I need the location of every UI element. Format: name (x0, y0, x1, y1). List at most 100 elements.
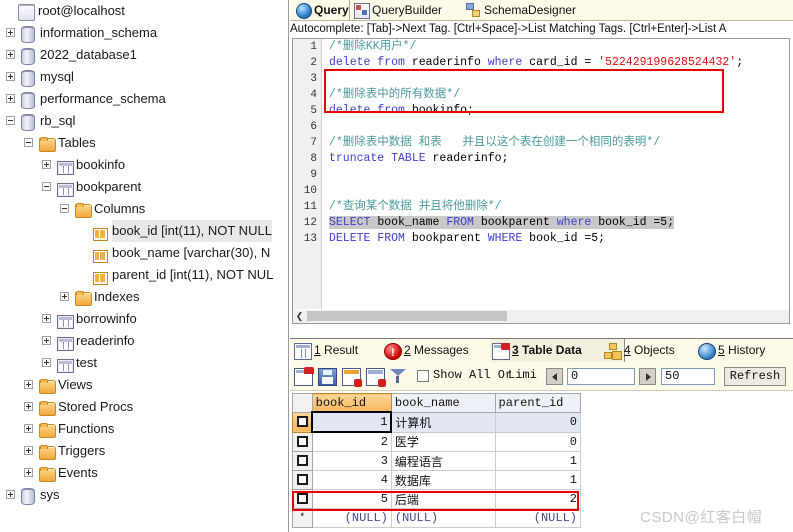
code-line[interactable]: /*删除KK用户*/ (323, 39, 789, 55)
cell-book_id[interactable]: (NULL) (311, 508, 392, 528)
code-line[interactable]: DELETE FROM bookparent WHERE book_id =5; (323, 231, 789, 247)
offset-input[interactable]: 0 (567, 368, 635, 385)
expand-icon[interactable] (42, 336, 51, 345)
table-row[interactable]: 4 数据库 1 (292, 470, 582, 490)
tree-item-stored[interactable]: Stored Procs (0, 396, 288, 418)
tree-item-bookinfo[interactable]: bookinfo (0, 154, 288, 176)
cell-parent_id[interactable]: 1 (494, 470, 582, 490)
tree-item-performance_schema[interactable]: performance_schema (0, 88, 288, 110)
grid-corner-header[interactable] (292, 393, 313, 413)
editor-horizontal-scrollbar[interactable]: ❮ (292, 310, 790, 324)
cell-book_id[interactable]: 1 (311, 411, 393, 433)
table-row[interactable]: 2 医学 0 (292, 431, 582, 452)
limit-input[interactable]: 50 (661, 368, 715, 385)
row-checkbox-icon[interactable] (296, 455, 308, 467)
row-checkbox-icon[interactable] (296, 474, 308, 486)
scrollbar-thumb[interactable] (307, 311, 507, 321)
expand-icon[interactable] (42, 314, 51, 323)
tree-item-columns[interactable]: Columns (0, 198, 288, 220)
tree-item-bookparent[interactable]: bookparent (0, 176, 288, 198)
expand-icon[interactable] (6, 72, 15, 81)
tab-schemadesigner[interactable]: SchemaDesigner (462, 0, 594, 20)
collapse-icon[interactable] (6, 116, 15, 125)
tree-item-book_id[interactable]: book_id [int(11), NOT NULL (0, 220, 288, 242)
tree-item-rb_sql[interactable]: rb_sql (0, 110, 288, 132)
code-line[interactable] (323, 119, 789, 135)
expand-icon[interactable] (60, 292, 69, 301)
tree-item-information_schema[interactable]: information_schema (0, 22, 288, 44)
table-data-grid[interactable]: book_id book_name parent_id 1 计算机 0 2 医学 0 3 编程语言… (292, 393, 582, 528)
cell-book_name[interactable]: 编程语言 (390, 451, 496, 471)
cell-book_name[interactable]: 计算机 (390, 411, 496, 433)
expand-icon[interactable] (24, 468, 33, 477)
expand-icon[interactable] (42, 160, 51, 169)
prev-arrow-icon[interactable] (546, 368, 563, 385)
code-line[interactable]: SELECT book_name FROM bookparent where b… (323, 215, 789, 231)
tree-item-readerinfo[interactable]: readerinfo (0, 330, 288, 352)
collapse-icon[interactable] (60, 204, 69, 213)
editor-code-area[interactable]: /*删除KK用户*/ delete from readerinfo where c… (323, 39, 789, 309)
next-arrow-icon[interactable] (639, 368, 656, 385)
tab-querybuilder[interactable]: QueryBuilder (350, 0, 462, 20)
code-line[interactable] (323, 167, 789, 183)
row-selector[interactable] (292, 470, 313, 490)
row-selector[interactable] (292, 451, 313, 471)
save-icon[interactable] (318, 368, 337, 386)
row-checkbox-icon[interactable] (296, 493, 308, 505)
scroll-left-icon[interactable]: ❮ (294, 311, 305, 321)
result-tab-bar[interactable]: 1 Result 2 Messages 3 Table Data 4 Objects 5… (290, 338, 793, 365)
code-line[interactable] (323, 71, 789, 87)
column-header-parent_id[interactable]: parent_id (494, 393, 582, 413)
tree-item-mysql[interactable]: mysql (0, 66, 288, 88)
column-header-book_id[interactable]: book_id (311, 393, 392, 413)
row-checkbox-icon[interactable] (296, 416, 308, 428)
cell-book_name[interactable]: 数据库 (390, 470, 496, 490)
tree-item-views[interactable]: Views (0, 374, 288, 396)
code-line[interactable]: /*删除表中数据 和表 并且以这个表在创建一个相同的表明*/ (323, 135, 789, 151)
data-table[interactable]: book_id book_name parent_id 1 计算机 0 2 医学 0 3 编程语言… (292, 393, 582, 528)
cell-book_name[interactable]: 医学 (390, 431, 496, 452)
expand-icon[interactable] (6, 28, 15, 37)
tree-item-triggers[interactable]: Triggers (0, 440, 288, 462)
table-row[interactable]: 5 后端 2 (292, 489, 582, 509)
table-row[interactable]: * (NULL) (NULL) (NULL) (292, 508, 582, 528)
code-line[interactable]: delete from bookinfo; (323, 103, 789, 119)
cell-parent_id[interactable]: (NULL) (494, 508, 582, 528)
cell-book_name[interactable]: 后端 (390, 489, 496, 509)
tree-item-parent_id[interactable]: parent_id [int(11), NOT NUL (0, 264, 288, 286)
row-selector[interactable] (292, 431, 313, 452)
tree-item-events[interactable]: Events (0, 462, 288, 484)
collapse-icon[interactable] (24, 138, 33, 147)
tree-item-test[interactable]: test (0, 352, 288, 374)
cell-parent_id[interactable]: 0 (494, 431, 582, 452)
result-tab-history[interactable]: 5 History (696, 339, 793, 362)
expand-icon[interactable] (6, 94, 15, 103)
sql-editor[interactable]: 1 2 3 4 5 6 7 8 9 10 11 12 13 /*删除KK用户*/delete from … (292, 38, 790, 310)
tree-item-sys[interactable]: sys (0, 484, 288, 506)
cell-book_name[interactable]: (NULL) (390, 508, 496, 528)
tree-item-functions[interactable]: Functions (0, 418, 288, 440)
row-selector[interactable] (292, 411, 313, 433)
code-line[interactable]: truncate TABLE readerinfo; (323, 151, 789, 167)
expand-icon[interactable] (42, 358, 51, 367)
editor-tab-strip[interactable]: Query QueryBuilder SchemaDesigner (290, 0, 793, 21)
delete-record-icon[interactable] (342, 368, 362, 387)
refresh-button[interactable]: Refresh (724, 367, 786, 386)
expand-icon[interactable] (6, 50, 15, 59)
tree-item-book_name[interactable]: book_name [varchar(30), N (0, 242, 288, 264)
code-line[interactable]: /*删除表中的所有数据*/ (323, 87, 789, 103)
table-row[interactable]: 3 编程语言 1 (292, 451, 582, 471)
code-line[interactable] (323, 183, 789, 199)
show-all-checkbox[interactable] (417, 370, 429, 382)
collapse-icon[interactable] (42, 182, 51, 191)
tree-item-tables[interactable]: Tables (0, 132, 288, 154)
code-line[interactable]: delete from readerinfo where card_id = '… (323, 55, 789, 71)
new-record-icon[interactable] (294, 367, 314, 386)
expand-icon[interactable] (6, 490, 15, 499)
expand-icon[interactable] (24, 446, 33, 455)
cell-parent_id[interactable]: 2 (494, 489, 582, 509)
cell-book_id[interactable]: 3 (311, 451, 392, 471)
cell-book_id[interactable]: 2 (311, 431, 392, 452)
grid-toolbar[interactable]: Show All Or Limi 0 50 Refresh (290, 363, 793, 391)
expand-icon[interactable] (24, 424, 33, 433)
